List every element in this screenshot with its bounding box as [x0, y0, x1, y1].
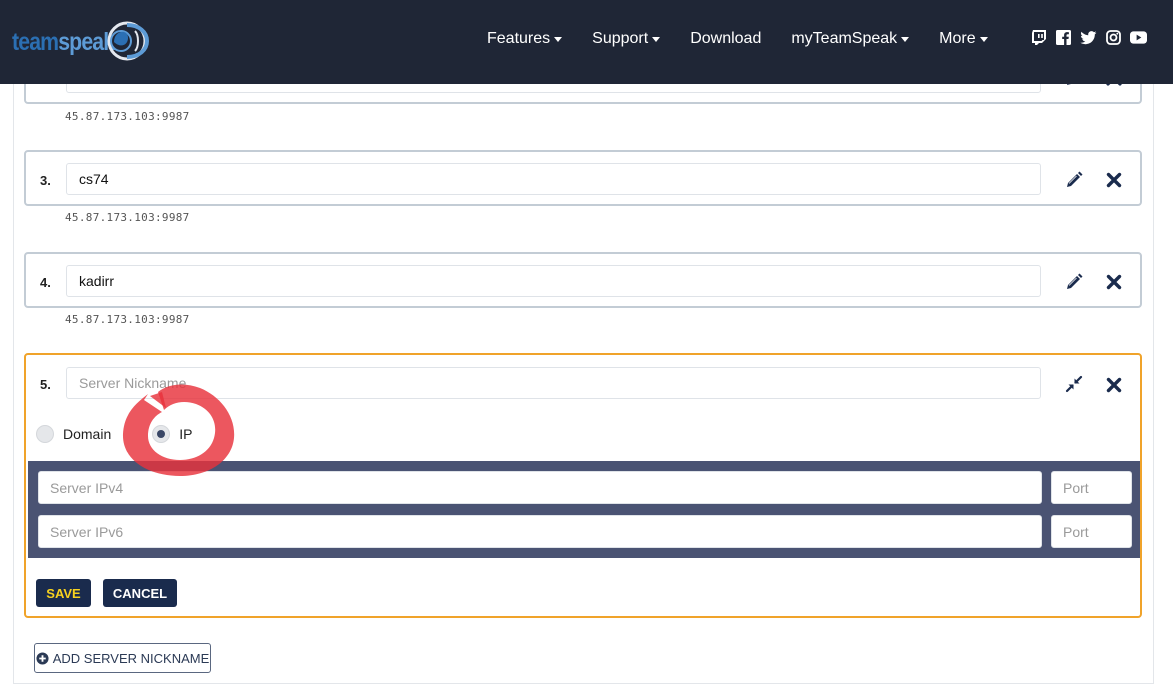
- caret-down-icon: [979, 36, 988, 42]
- radio-option-ip[interactable]: IP: [152, 425, 192, 443]
- close-icon[interactable]: [1104, 170, 1124, 190]
- compress-icon[interactable]: [1064, 374, 1084, 394]
- new-server-card: 5. Domain IP SAVE CANCEL: [24, 353, 1142, 618]
- server-number: 5.: [40, 377, 51, 392]
- ip-fields-block: [28, 461, 1140, 558]
- cancel-button[interactable]: CANCEL: [103, 579, 177, 607]
- caret-down-icon: [554, 36, 563, 42]
- top-navbar: teamspeak Features Support Download myTe…: [0, 0, 1173, 84]
- edit-icon[interactable]: [1064, 170, 1084, 190]
- nav-features-label: Features: [487, 30, 551, 47]
- ipv4-port-input[interactable]: [1051, 471, 1132, 504]
- server-name-field[interactable]: kadirr: [66, 265, 1041, 297]
- server-address: 45.87.173.103:9987: [65, 313, 190, 326]
- add-button-label: ADD SERVER NICKNAME: [52, 650, 210, 666]
- instagram-icon[interactable]: [1105, 29, 1122, 46]
- server-name-field[interactable]: cs74: [66, 163, 1041, 195]
- nav-myteamspeak-label: myTeamSpeak: [791, 30, 898, 47]
- twitch-icon[interactable]: [1030, 29, 1047, 46]
- radio-option-domain[interactable]: Domain: [36, 425, 111, 443]
- server-address: 45.87.173.103:9987: [65, 110, 190, 123]
- server-number: 4.: [40, 275, 51, 290]
- close-icon[interactable]: [1104, 272, 1124, 292]
- address-type-radio-group: Domain IP: [36, 425, 192, 443]
- facebook-icon[interactable]: [1055, 29, 1072, 46]
- plus-circle-icon: [36, 651, 49, 665]
- server-ipv6-input[interactable]: [38, 515, 1042, 548]
- server-nickname-input[interactable]: [66, 367, 1041, 399]
- twitter-icon[interactable]: [1080, 29, 1097, 46]
- server-card-3: 3. cs74: [24, 150, 1142, 206]
- server-ipv4-input[interactable]: [38, 471, 1042, 504]
- nav-support[interactable]: Support: [592, 30, 661, 48]
- add-server-nickname-button[interactable]: ADD SERVER NICKNAME: [34, 643, 211, 673]
- teamspeak-logo[interactable]: teamspeak: [12, 20, 150, 64]
- nav-support-label: Support: [592, 30, 649, 47]
- caret-down-icon: [901, 36, 910, 42]
- logo-wordmark: teamspeak: [12, 27, 115, 57]
- logo-team: team: [12, 27, 59, 56]
- server-number: 3.: [40, 173, 51, 188]
- radio-ip[interactable]: [152, 425, 171, 443]
- nav-more-label: More: [939, 30, 976, 47]
- nav-more[interactable]: More: [939, 30, 988, 48]
- server-address: 45.87.173.103:9987: [65, 211, 190, 224]
- teamspeak-logo-icon: [107, 21, 150, 61]
- youtube-icon[interactable]: [1130, 29, 1147, 46]
- social-links: [1030, 29, 1155, 46]
- radio-domain[interactable]: [36, 425, 54, 443]
- nav-download[interactable]: Download: [690, 30, 761, 48]
- page: 45.87.173.103:9987 3. cs74 45.87.173.103…: [0, 0, 1173, 685]
- radio-ip-label: IP: [179, 426, 193, 442]
- nav-download-label: Download: [690, 30, 762, 47]
- radio-domain-label: Domain: [63, 426, 112, 442]
- caret-down-icon: [652, 36, 661, 42]
- nav-myteamspeak[interactable]: myTeamSpeak: [791, 30, 910, 48]
- server-card-4: 4. kadirr: [24, 252, 1142, 308]
- nav-features[interactable]: Features: [487, 30, 563, 48]
- edit-icon[interactable]: [1064, 272, 1084, 292]
- ipv6-port-input[interactable]: [1051, 515, 1132, 548]
- nav-menu: Features Support Download myTeamSpeak Mo…: [487, 30, 1018, 48]
- save-button[interactable]: SAVE: [36, 579, 91, 607]
- radio-selected-dot: [157, 430, 166, 438]
- close-icon[interactable]: [1104, 375, 1124, 395]
